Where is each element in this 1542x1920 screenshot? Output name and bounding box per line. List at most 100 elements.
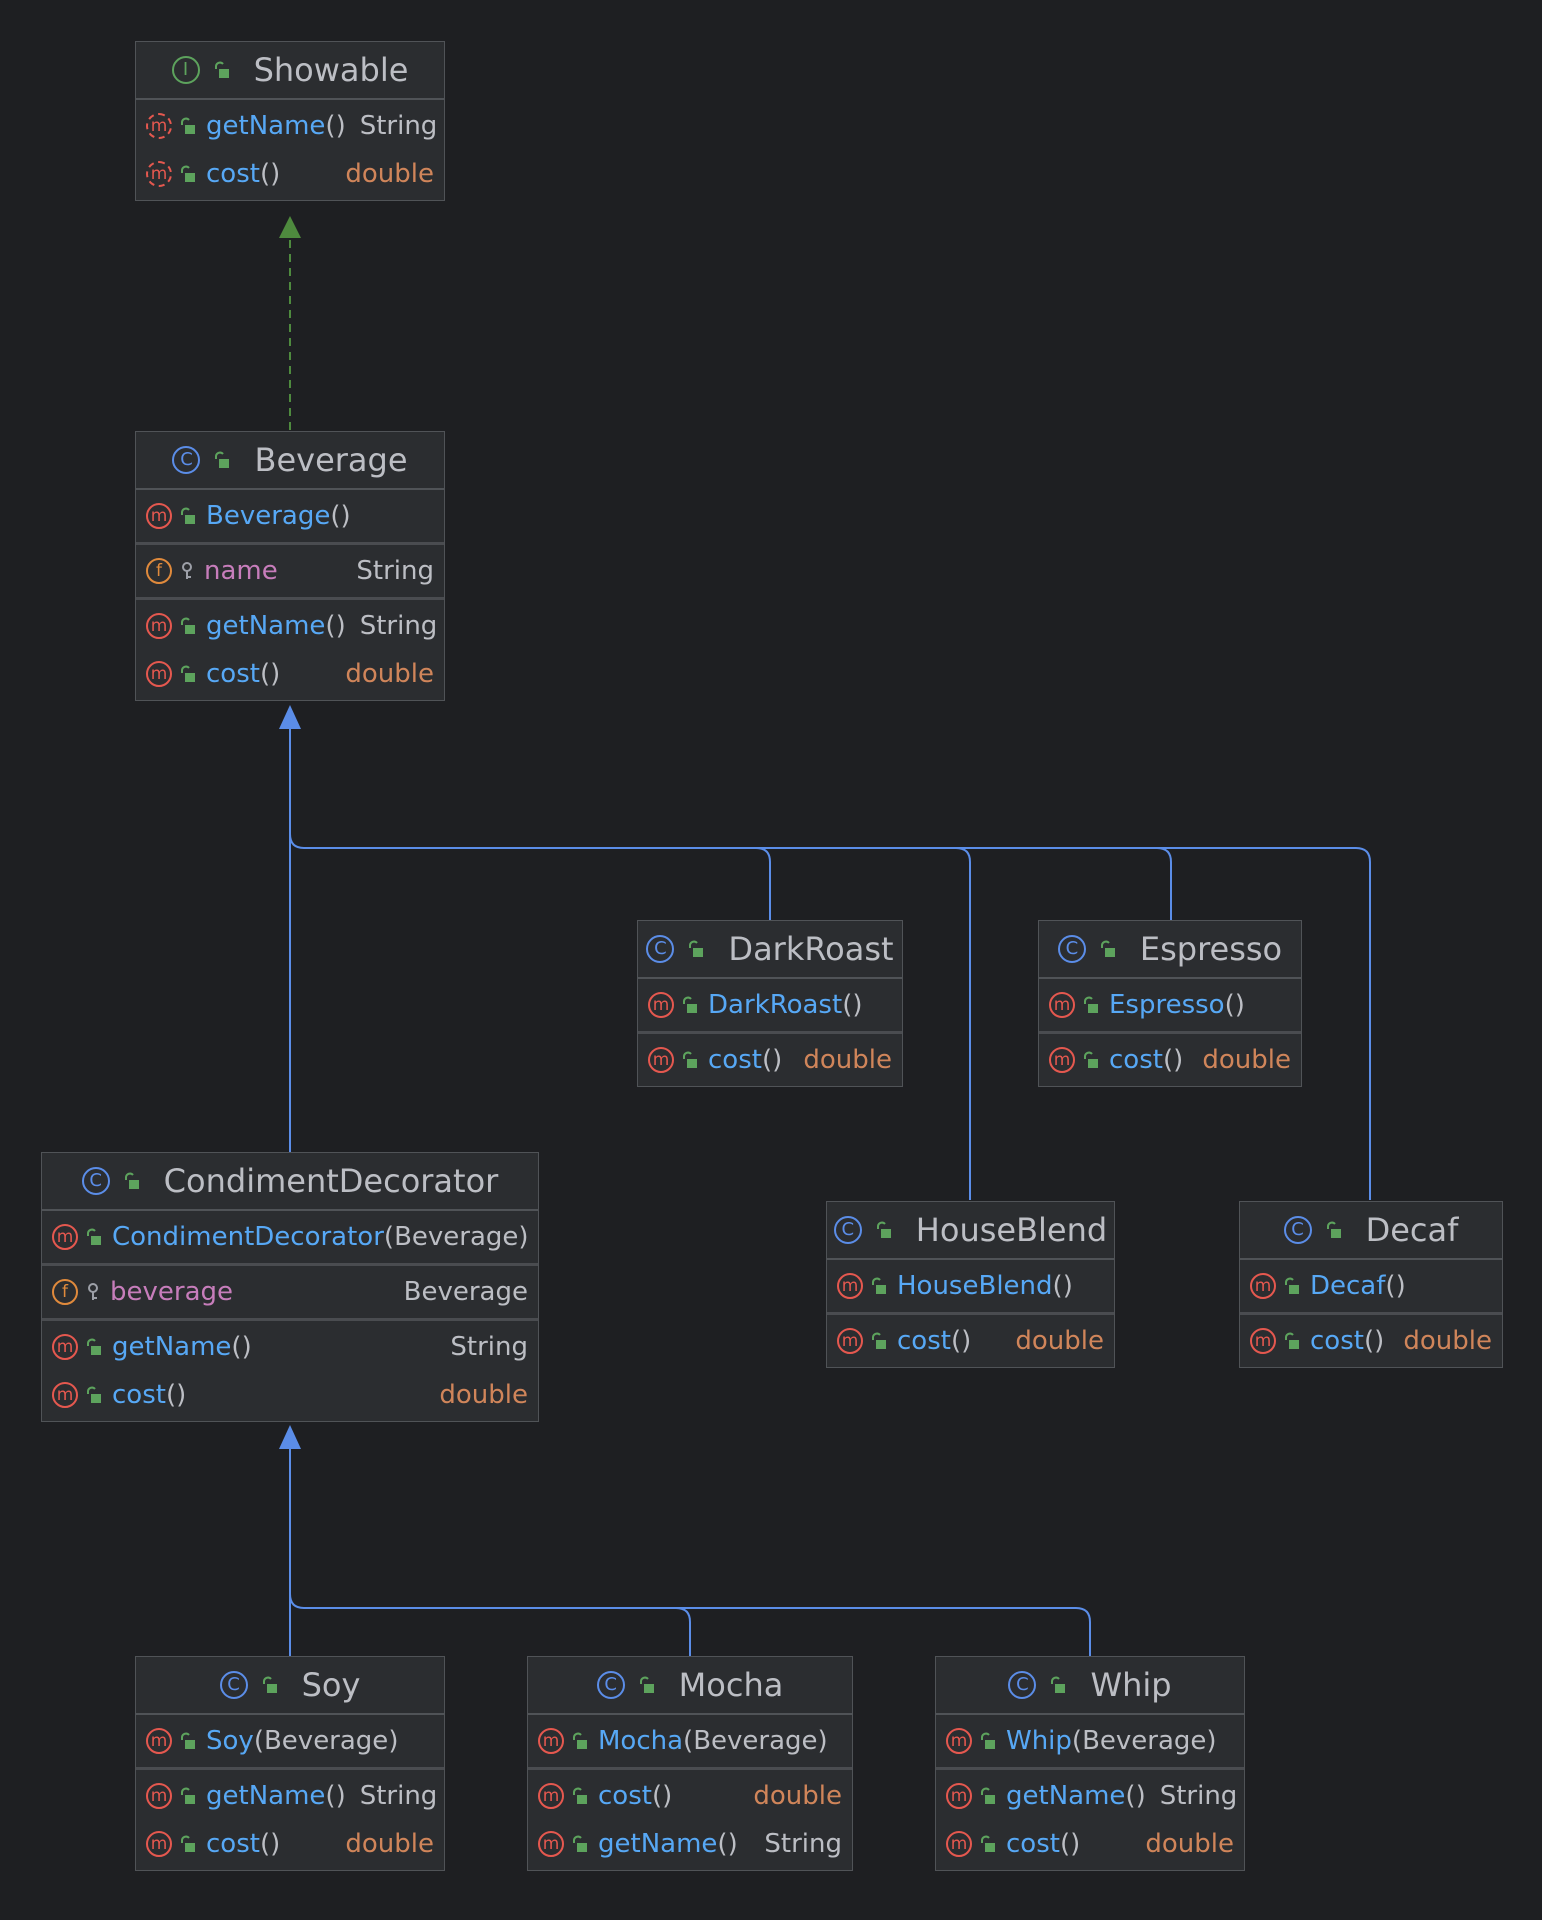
public-lock-icon bbox=[980, 1835, 996, 1853]
method-row[interactable]: m getName() String bbox=[936, 1772, 1244, 1820]
public-lock-icon bbox=[124, 1172, 140, 1190]
method-name: Whip bbox=[1006, 1726, 1072, 1756]
edge-espresso-extends-beverage bbox=[304, 847, 1172, 920]
method-icon: m bbox=[837, 1273, 863, 1299]
method-icon: m bbox=[146, 613, 172, 639]
public-lock-icon bbox=[180, 1835, 196, 1853]
node-header: C Soy bbox=[136, 1657, 444, 1715]
field-row[interactable]: f beverage Beverage bbox=[42, 1268, 538, 1316]
class-name: HouseBlend bbox=[915, 1211, 1108, 1249]
public-lock-icon bbox=[180, 165, 196, 183]
uml-node-showable[interactable]: I Showable m getName() String m cost() double bbox=[135, 41, 445, 201]
uml-node-beverage[interactable]: C Beverage m Beverage() f name String m getName(… bbox=[135, 431, 445, 701]
uml-node-mocha[interactable]: C Mocha m Mocha(Beverage) m cost() double m getN… bbox=[527, 1656, 853, 1871]
return-type: String bbox=[764, 1829, 842, 1859]
method-row[interactable]: m cost() double bbox=[42, 1371, 538, 1419]
class-icon: C bbox=[1008, 1671, 1037, 1699]
member-section: m getName() String m cost() double bbox=[136, 100, 444, 200]
public-lock-icon bbox=[1284, 1332, 1300, 1350]
close-paren: ) bbox=[518, 1222, 529, 1252]
field-name: name bbox=[204, 556, 278, 586]
method-row[interactable]: m cost() double bbox=[136, 650, 444, 698]
open-paren: ( bbox=[1071, 1726, 1083, 1756]
open-paren: ( bbox=[330, 501, 341, 531]
member-section: m Whip(Beverage) bbox=[936, 1715, 1244, 1770]
close-paren: ) bbox=[1135, 1781, 1146, 1811]
method-name: getName bbox=[206, 611, 326, 641]
method-name: getName bbox=[206, 1781, 326, 1811]
method-row[interactable]: m cost() double bbox=[827, 1317, 1114, 1365]
uml-node-whip[interactable]: C Whip m Whip(Beverage) m getName() String m cos… bbox=[935, 1656, 1245, 1871]
public-lock-icon bbox=[214, 61, 230, 79]
return-type: double bbox=[1015, 1326, 1104, 1356]
public-lock-icon bbox=[180, 507, 196, 525]
method-icon: m bbox=[946, 1783, 972, 1809]
method-name: Soy bbox=[206, 1726, 254, 1756]
member-section: m getName() String m cost() double bbox=[136, 1770, 444, 1870]
implements-arrowhead bbox=[279, 216, 301, 238]
condimentdecorator-arrowhead bbox=[279, 1425, 301, 1449]
method-icon: m bbox=[146, 1831, 172, 1857]
uml-node-condimentdecorator[interactable]: C CondimentDecorator m CondimentDecorator(B… bbox=[41, 1152, 539, 1422]
method-row[interactable]: m cost() double bbox=[136, 150, 444, 198]
method-icon: m bbox=[52, 1334, 78, 1360]
open-paren: ( bbox=[683, 1726, 694, 1756]
member-section: m DarkRoast() bbox=[638, 979, 902, 1034]
method-row[interactable]: m HouseBlend() bbox=[827, 1262, 1114, 1310]
public-lock-icon bbox=[86, 1386, 102, 1404]
method-icon: m bbox=[648, 1047, 674, 1073]
close-paren: ) bbox=[817, 1726, 828, 1756]
method-row[interactable]: m Soy(Beverage) bbox=[136, 1717, 444, 1765]
method-row[interactable]: m cost() double bbox=[638, 1036, 902, 1084]
method-row[interactable]: m Decaf() bbox=[1240, 1262, 1502, 1310]
public-lock-icon bbox=[688, 940, 704, 958]
public-lock-icon bbox=[572, 1732, 588, 1750]
method-name: cost bbox=[112, 1380, 166, 1410]
open-paren: ( bbox=[1162, 1045, 1174, 1075]
method-params: Beverage bbox=[394, 1222, 519, 1252]
uml-node-soy[interactable]: C Soy m Soy(Beverage) m getName() String m cost(… bbox=[135, 1656, 445, 1871]
uml-node-darkroast[interactable]: C DarkRoast m DarkRoast() m cost() double bbox=[637, 920, 903, 1087]
method-row[interactable]: m cost() double bbox=[936, 1820, 1244, 1868]
protected-key-icon bbox=[180, 562, 194, 580]
uml-node-decaf[interactable]: C Decaf m Decaf() m cost() double bbox=[1239, 1201, 1503, 1368]
method-row[interactable]: m getName() String bbox=[528, 1820, 852, 1868]
method-row[interactable]: m getName() String bbox=[136, 1772, 444, 1820]
method-row[interactable]: m getName() String bbox=[42, 1323, 538, 1371]
method-row[interactable]: m Whip(Beverage) bbox=[936, 1717, 1244, 1765]
open-paren: ( bbox=[231, 1332, 242, 1362]
method-row[interactable]: m Beverage() bbox=[136, 492, 444, 540]
public-lock-icon bbox=[980, 1732, 996, 1750]
close-paren: ) bbox=[270, 159, 281, 189]
method-row[interactable]: m getName() String bbox=[136, 102, 444, 150]
method-icon: m bbox=[946, 1728, 972, 1754]
public-lock-icon bbox=[1083, 1051, 1099, 1069]
return-type: Beverage bbox=[403, 1277, 528, 1307]
method-row[interactable]: m Mocha(Beverage) bbox=[528, 1717, 852, 1765]
node-header: C HouseBlend bbox=[827, 1202, 1114, 1260]
uml-node-houseblend[interactable]: C HouseBlend m HouseBlend() m cost() double bbox=[826, 1201, 1115, 1368]
open-paren: ( bbox=[1052, 1271, 1063, 1301]
method-row[interactable]: m CondimentDecorator(Beverage) bbox=[42, 1213, 538, 1261]
edge-darkroast-extends-beverage bbox=[289, 720, 771, 920]
method-row[interactable]: m getName() String bbox=[136, 602, 444, 650]
method-row[interactable]: m DarkRoast() bbox=[638, 981, 902, 1029]
node-header: C Espresso bbox=[1039, 921, 1301, 979]
method-row[interactable]: m Espresso() bbox=[1039, 981, 1301, 1029]
public-lock-icon bbox=[86, 1338, 102, 1356]
uml-node-espresso[interactable]: C Espresso m Espresso() m cost() double bbox=[1038, 920, 1302, 1087]
open-paren: ( bbox=[253, 1726, 264, 1756]
field-row[interactable]: f name String bbox=[136, 547, 444, 595]
class-icon: C bbox=[1283, 1216, 1312, 1244]
open-paren: ( bbox=[259, 159, 271, 189]
method-row[interactable]: m cost() double bbox=[1039, 1036, 1301, 1084]
method-row[interactable]: m cost() double bbox=[136, 1820, 444, 1868]
class-name: Espresso bbox=[1139, 930, 1283, 968]
close-paren: ) bbox=[1234, 990, 1245, 1020]
return-type: double bbox=[803, 1045, 892, 1075]
public-lock-icon bbox=[682, 996, 698, 1014]
close-paren: ) bbox=[335, 1781, 346, 1811]
method-row[interactable]: m cost() double bbox=[528, 1772, 852, 1820]
method-row[interactable]: m cost() double bbox=[1240, 1317, 1502, 1365]
open-paren: ( bbox=[325, 611, 336, 641]
